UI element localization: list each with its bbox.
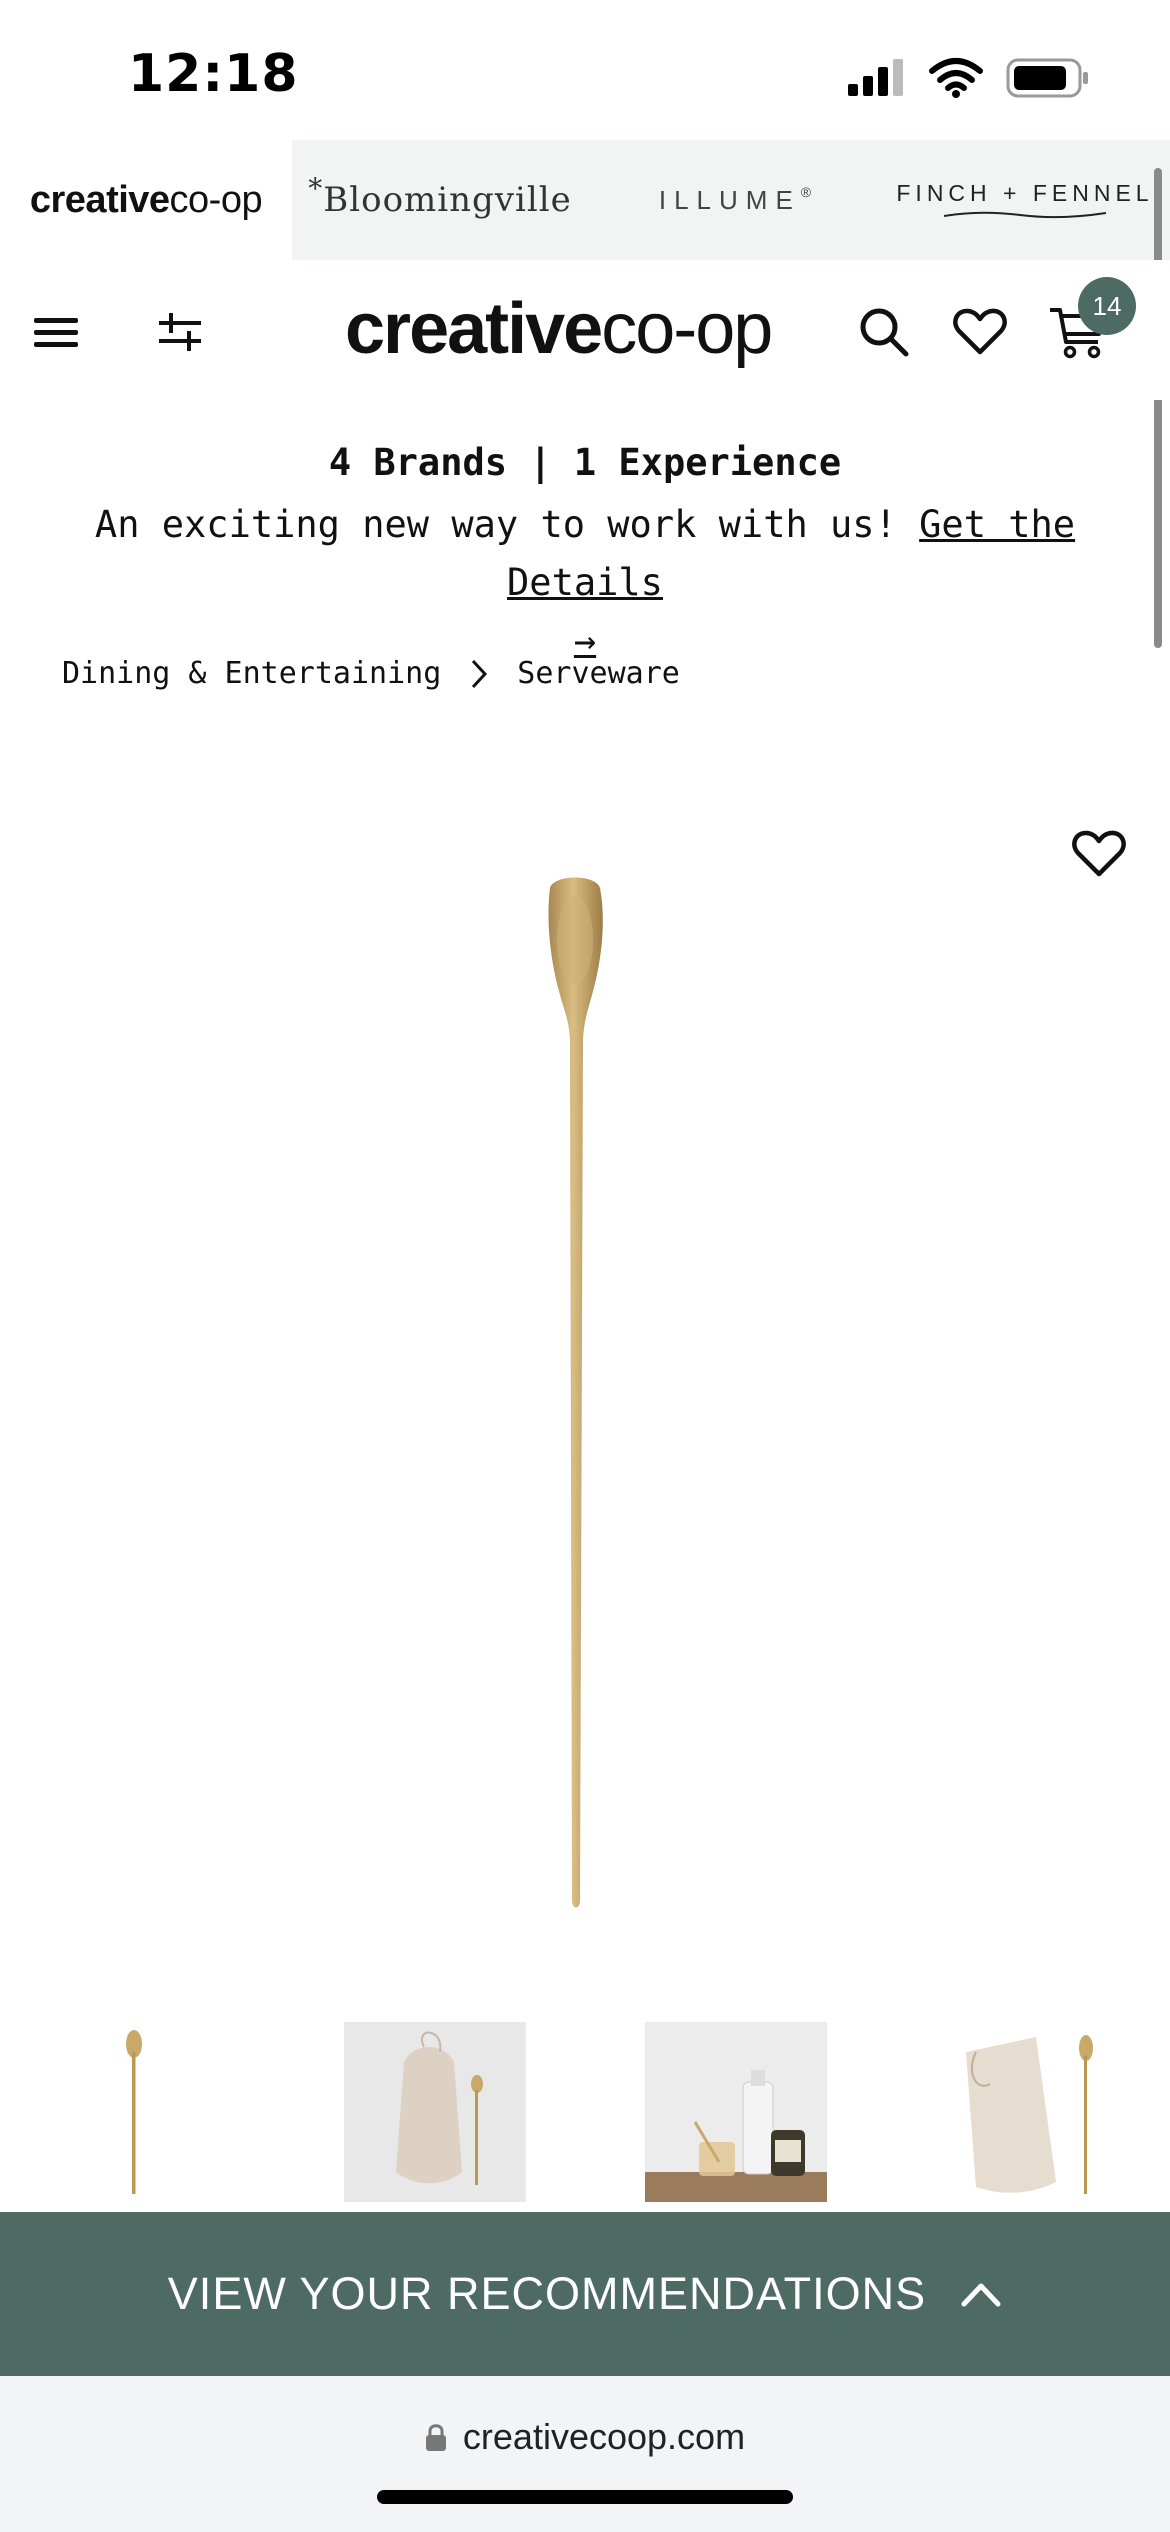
filter-button[interactable]: [148, 300, 212, 364]
cart-count-badge: 14: [1078, 277, 1136, 335]
thumbnail-1[interactable]: [42, 2022, 224, 2202]
brand-creative-rest: co-op: [169, 178, 263, 221]
brand-tab-bloomingville[interactable]: * Bloomingville: [300, 140, 580, 260]
brand-creative-bold: creative: [29, 178, 170, 221]
filter-icon: [159, 313, 201, 351]
status-bar: 12:18: [0, 0, 1170, 140]
home-indicator[interactable]: [377, 2490, 793, 2504]
heart-icon: [1072, 830, 1126, 877]
heart-icon: [953, 308, 1007, 355]
browser-url-bar[interactable]: creativecoop.com: [0, 2376, 1170, 2532]
thumbnail-strip: [0, 2022, 1170, 2212]
menu-icon: [34, 318, 78, 347]
brand-tab-finch-fennel[interactable]: FINCH + FENNEL: [890, 140, 1160, 260]
battery-icon: [1006, 58, 1088, 98]
chevron-right-icon: [472, 659, 488, 688]
logo-rest: co-op: [601, 289, 773, 369]
brand-tab-illume[interactable]: ILLUME ®: [630, 140, 840, 260]
promo-text: An exciting new way to work with us!: [94, 503, 920, 546]
view-recommendations-button[interactable]: VIEW YOUR RECOMMENDATIONS: [0, 2212, 1170, 2376]
bloomingville-asterisk: *: [308, 172, 324, 205]
thumbnail-bag-spoon-image: [396, 2031, 483, 2185]
status-time: 12:18: [128, 44, 299, 104]
search-icon: [860, 308, 909, 357]
breadcrumb-item-dining[interactable]: Dining & Entertaining: [62, 656, 441, 691]
finch-fennel-label: FINCH + FENNEL: [896, 179, 1154, 206]
site-logo[interactable]: creativeco-op: [345, 288, 773, 370]
finch-fennel-underline-icon: [943, 211, 1107, 218]
promo-banner: 4 Brands | 1 Experience An exciting new …: [0, 430, 1170, 670]
thumbnail-4[interactable]: [946, 2022, 1128, 2202]
product-image-spoon[interactable]: [520, 870, 640, 1920]
lock-icon: [425, 2424, 446, 2451]
search-button[interactable]: [852, 300, 916, 364]
wishlist-button[interactable]: [948, 300, 1012, 364]
promo-title: 4 Brands | 1 Experience: [328, 441, 842, 484]
logo-bold: creative: [345, 289, 603, 369]
breadcrumb-item-serveware[interactable]: Serveware: [517, 656, 680, 691]
promo-body: An exciting new way to work with us! Get…: [0, 496, 1170, 670]
wifi-icon: [929, 58, 983, 98]
chevron-up-icon: [961, 2283, 1001, 2307]
illume-registered: ®: [800, 184, 812, 200]
bloomingville-label: Bloomingville: [323, 180, 572, 220]
site-header: creativeco-op 14: [0, 260, 1170, 400]
cellular-signal-icon: [848, 59, 903, 96]
thumbnail-bag-image: [966, 2035, 1093, 2194]
illume-label: ILLUME: [658, 184, 801, 215]
thumbnail-2[interactable]: [344, 2022, 526, 2202]
status-icons: [846, 56, 1090, 100]
thumbnail-spoon-image: [126, 2030, 142, 2194]
brand-switcher: creativeco-op * Bloomingville ILLUME ® FIN…: [0, 140, 1170, 260]
recommendations-label: VIEW YOUR RECOMMENDATIONS: [167, 2268, 927, 2319]
brand-tab-creative-co-op[interactable]: creativeco-op: [0, 140, 292, 260]
thumbnail-bottles-image: [645, 2070, 827, 2202]
product-wishlist-button[interactable]: [1072, 830, 1134, 892]
breadcrumb: Dining & Entertaining Serveware: [62, 656, 680, 691]
menu-button[interactable]: [24, 300, 88, 364]
url-text: creativecoop.com: [462, 2416, 746, 2457]
thumbnail-3[interactable]: [645, 2022, 827, 2202]
url-display[interactable]: creativecoop.com: [0, 2416, 1170, 2458]
